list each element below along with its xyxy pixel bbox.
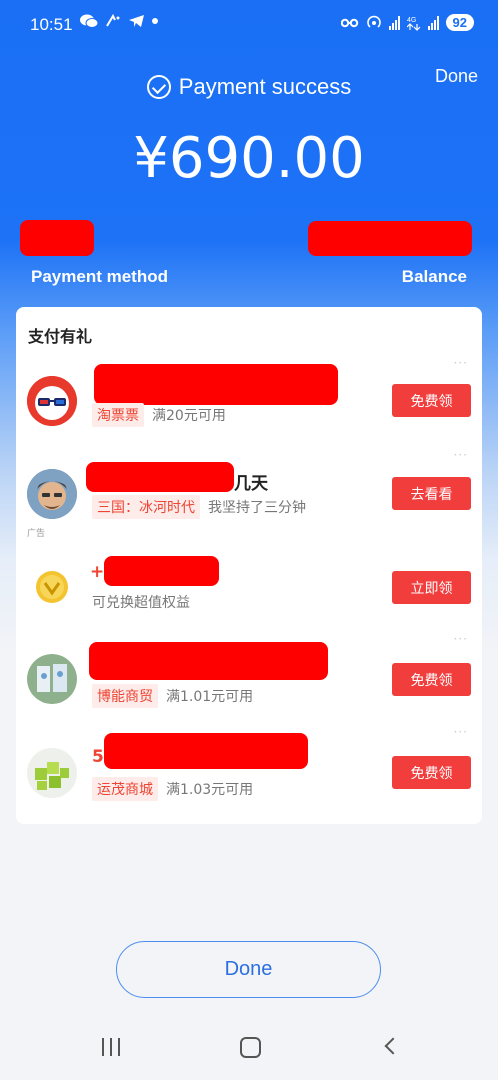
signal-4g-icon: 4G [406, 17, 420, 31]
system-nav-bar [0, 1020, 498, 1080]
promo-desc: 我坚持了三分钟 [208, 500, 306, 516]
claim-now-button[interactable]: 立即领 [392, 571, 471, 604]
promo-item: ··· 淘票票 满20元可用 免费领 [16, 356, 482, 448]
redacted-balance [308, 221, 472, 256]
signal-icon [427, 15, 439, 30]
promo-desc: 满20元可用 [152, 408, 226, 424]
view-button[interactable]: 去看看 [392, 477, 471, 510]
payment-status-row: Payment success [0, 74, 498, 100]
done-button[interactable]: Done [116, 941, 381, 998]
promo-desc: 可兑换超值权益 [92, 595, 190, 611]
game-avatar [27, 469, 77, 519]
promo-subtitle: 三国：冰河时代 我坚持了三分钟 [92, 495, 306, 519]
status-bar: 10:51 4G 92 [0, 0, 498, 52]
promo-item: ··· 广告 几天 三国：冰河时代 我坚持了三分钟 去看看 [16, 448, 482, 540]
ad-label: 广告 [27, 529, 46, 539]
redacted-promo-title [104, 556, 219, 586]
more-icon[interactable]: ··· [454, 725, 468, 739]
promo-title-suffix: 几天 [234, 474, 268, 494]
claim-button[interactable]: 免费领 [392, 384, 471, 417]
more-icon[interactable]: ··· [454, 356, 468, 370]
claim-button[interactable]: 免费领 [392, 756, 471, 789]
check-circle-icon [146, 75, 171, 99]
promo-item: ··· 5 运茂商城 满1.03元可用 免费领 [16, 725, 482, 817]
mall-avatar [27, 748, 77, 798]
promo-tag: 博能商贸 [92, 684, 158, 708]
payment-amount: ¥690.00 [133, 126, 365, 191]
back-icon[interactable] [384, 1037, 402, 1055]
promo-subtitle: 淘票票 满20元可用 [92, 403, 226, 427]
promo-tag: 运茂商城 [92, 777, 158, 801]
dot-icon [152, 18, 158, 24]
status-time: 10:51 [30, 15, 73, 34]
redacted-promo-title [86, 462, 234, 492]
promo-card-title: 支付有礼 [28, 327, 93, 346]
payment-method-label: Payment method [31, 267, 168, 286]
balance-label: Balance [401, 267, 467, 286]
promo-item: + 可兑换超值权益 立即领 [16, 540, 482, 632]
shop-avatar [27, 654, 77, 704]
promo-desc: 满1.01元可用 [166, 689, 254, 705]
payment-success-title: Payment success [178, 74, 352, 99]
home-icon[interactable] [240, 1037, 261, 1058]
wifi-call-icon [106, 14, 120, 27]
svg-text:4G: 4G [407, 17, 416, 24]
promo-desc: 满1.03元可用 [166, 782, 254, 798]
promo-subtitle: 博能商贸 满1.01元可用 [92, 684, 253, 708]
signal-icon [388, 15, 400, 30]
vip-badge-icon [27, 562, 77, 612]
telegram-icon [129, 15, 144, 27]
promo-item: ··· 博能商贸 满1.01元可用 免费领 [16, 632, 482, 724]
status-icons-left [80, 14, 158, 28]
promo-title-prefix: 5 [92, 747, 104, 767]
key-icon [340, 18, 358, 27]
promo-subtitle: 可兑换超值权益 [92, 592, 190, 612]
more-icon[interactable]: ··· [454, 448, 468, 462]
promo-tag: 三国：冰河时代 [92, 495, 200, 519]
chat-icon [80, 14, 98, 28]
promo-tag: 淘票票 [92, 403, 144, 427]
hotspot-icon [366, 15, 381, 28]
redacted-promo-title [89, 642, 328, 680]
redacted-promo-title [94, 364, 338, 405]
promo-subtitle: 运茂商城 满1.03元可用 [92, 777, 253, 801]
promo-card: 支付有礼 ··· 淘票票 满20元可用 免费领 ··· 广告 几天 三国：冰河时… [16, 307, 482, 824]
plus-sign: + [90, 562, 105, 582]
taopiaopiao-avatar [27, 376, 77, 426]
claim-button[interactable]: 免费领 [392, 663, 471, 696]
more-icon[interactable]: ··· [454, 632, 468, 646]
battery-indicator: 92 [445, 14, 474, 31]
redacted-payment-method [20, 220, 94, 256]
redacted-promo-title [104, 733, 308, 769]
status-icons-right: 4G 92 [340, 14, 474, 31]
recents-icon[interactable] [102, 1038, 120, 1056]
